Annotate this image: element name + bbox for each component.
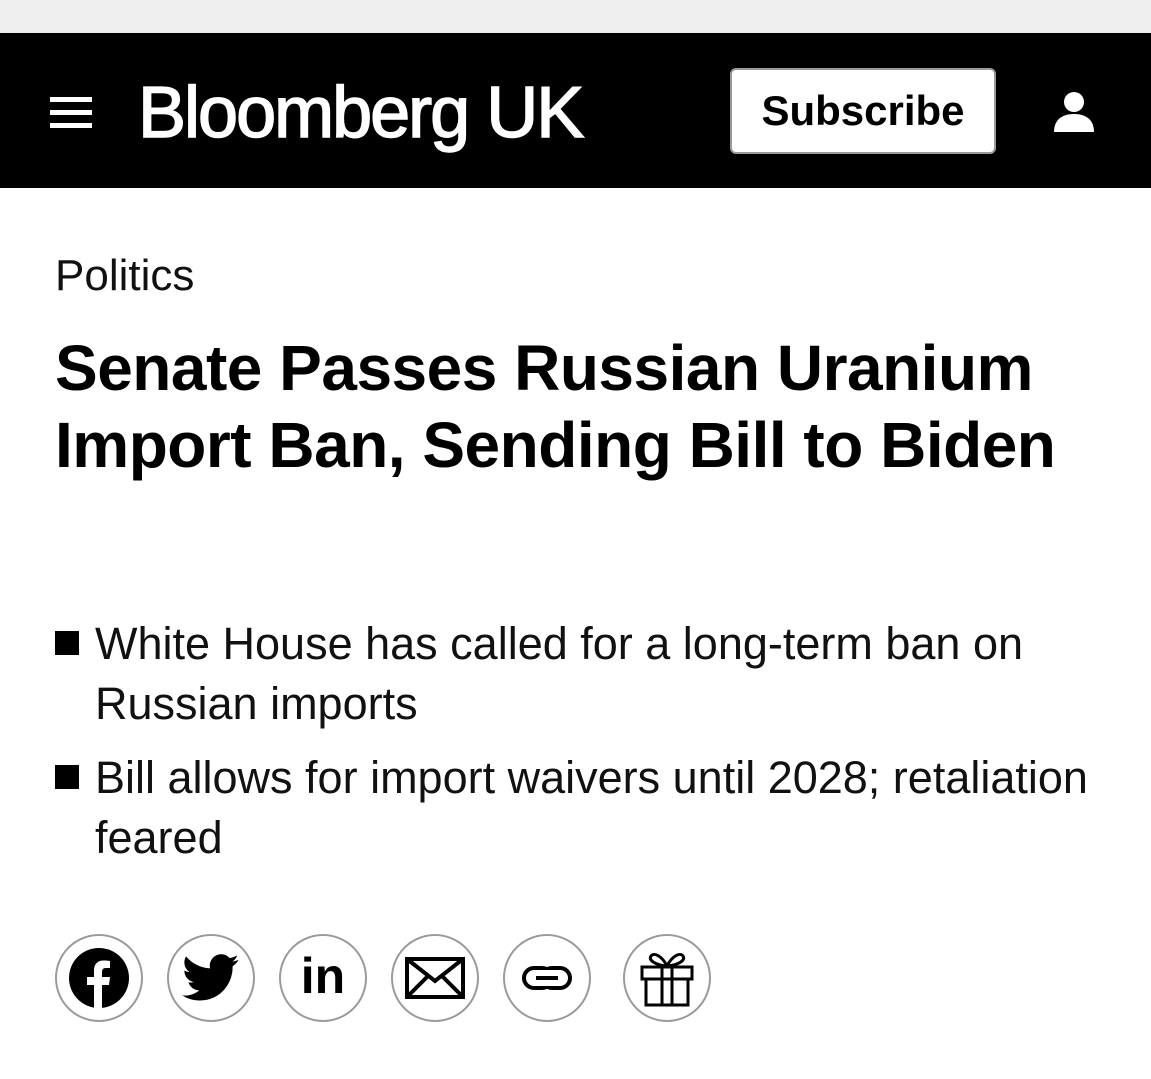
hamburger-menu-icon[interactable] xyxy=(50,94,92,132)
summary-bullet: Bill allows for import waivers until 202… xyxy=(55,748,1095,868)
subscribe-button[interactable]: Subscribe xyxy=(730,68,996,154)
brand-logo[interactable]: Bloomberg UK xyxy=(137,72,585,154)
status-strip xyxy=(0,0,1151,33)
copy-link-button[interactable] xyxy=(503,934,591,1022)
linkedin-icon: in xyxy=(300,948,346,1004)
summary-bullet-text: Bill allows for import waivers until 202… xyxy=(95,752,1088,863)
link-icon xyxy=(522,966,572,990)
masthead: Bloomberg UK Subscribe xyxy=(0,33,1151,188)
bullet-square-icon xyxy=(55,631,79,655)
share-toolbar: in xyxy=(55,934,735,1026)
article-headline: Senate Passes Russian Uranium Import Ban… xyxy=(55,332,1056,481)
summary-bullets: White House has called for a long-term b… xyxy=(55,614,1095,882)
summary-bullet: White House has called for a long-term b… xyxy=(55,614,1095,734)
summary-bullet-text: White House has called for a long-term b… xyxy=(95,618,1023,729)
account-icon[interactable] xyxy=(1050,88,1098,136)
share-facebook-button[interactable] xyxy=(55,934,143,1022)
share-linkedin-button[interactable]: in xyxy=(279,934,367,1022)
gift-article-button[interactable] xyxy=(623,934,711,1022)
facebook-icon xyxy=(69,948,129,1008)
email-icon xyxy=(405,957,465,999)
gift-icon xyxy=(640,952,694,1007)
bullet-square-icon xyxy=(55,765,79,789)
twitter-icon xyxy=(182,954,239,1001)
section-kicker[interactable]: Politics xyxy=(55,248,194,304)
share-email-button[interactable] xyxy=(391,934,479,1022)
share-twitter-button[interactable] xyxy=(167,934,255,1022)
